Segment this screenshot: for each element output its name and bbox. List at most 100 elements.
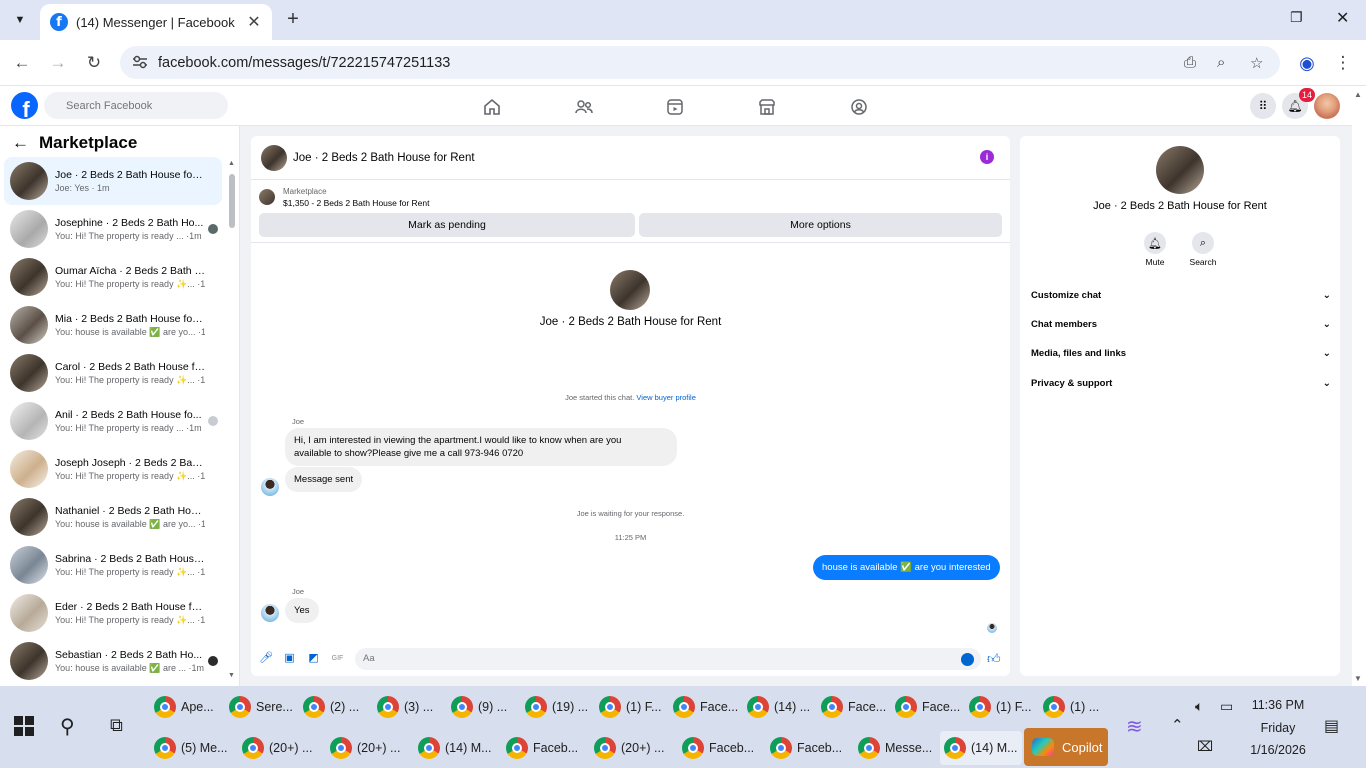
browser-tab-messenger[interactable]: f (14) Messenger | Facebook ✕	[40, 4, 272, 40]
sender-avatar[interactable]	[261, 604, 279, 622]
page-scrollbar[interactable]: ▲ ▼	[1352, 90, 1366, 686]
chat-item[interactable]: Nathaniel · 2 Beds 2 Bath Hous... You: ho…	[4, 493, 222, 541]
task-view-icon[interactable]: ⧉	[110, 715, 123, 736]
clock-day[interactable]: Friday	[1240, 721, 1316, 735]
microphone-icon[interactable]: 🎤︎	[259, 652, 273, 665]
marketplace-icon[interactable]	[758, 98, 776, 116]
install-app-icon[interactable]: ⎙	[1184, 54, 1196, 71]
taskbar-chrome-window[interactable]: Face...	[817, 690, 887, 724]
clock-date[interactable]: 1/16/2026	[1240, 743, 1316, 757]
sender-avatar[interactable]	[261, 478, 279, 496]
media-files-section[interactable]: Media, files and links ⌄	[1031, 343, 1331, 363]
taskbar-chrome-window[interactable]: (1) ...	[1039, 690, 1109, 724]
facebook-logo-icon[interactable]: f	[11, 92, 38, 119]
menu-grid-icon[interactable]: ⠿	[1250, 93, 1276, 119]
chat-members-section[interactable]: Chat members ⌄	[1031, 314, 1331, 334]
mute-button[interactable]: 🔔︎ Mute	[1135, 232, 1175, 267]
app-stack-icon[interactable]: ≋	[1126, 714, 1143, 739]
taskbar-chrome-window[interactable]: (1) F...	[595, 690, 665, 724]
scrollbar-thumb[interactable]	[229, 174, 235, 228]
taskbar-chrome-window[interactable]: (5) Me...	[150, 731, 234, 765]
bookmark-star-icon[interactable]: ☆	[1250, 54, 1263, 72]
show-hidden-icons-chevron[interactable]: ⌃	[1171, 716, 1184, 734]
windows-start-icon[interactable]	[14, 716, 34, 736]
emoji-icon[interactable]	[961, 653, 974, 666]
taskbar-chrome-window[interactable]: (3) ...	[373, 690, 443, 724]
taskbar-chrome-window[interactable]: (14) M...	[414, 731, 498, 765]
site-settings-icon[interactable]	[132, 55, 148, 69]
home-icon[interactable]	[483, 98, 501, 116]
like-thumb-icon[interactable]: 👍︎	[987, 652, 1001, 665]
sidebar-scrollbar[interactable]: ▲ ▼	[228, 160, 236, 680]
account-avatar[interactable]	[1314, 93, 1340, 119]
info-icon[interactable]: i	[980, 150, 994, 164]
reload-button[interactable]: ↻	[83, 52, 105, 74]
chat-item[interactable]: Sabrina · 2 Beds 2 Bath House f... You: H…	[4, 541, 222, 589]
chat-item[interactable]: Eder · 2 Beds 2 Bath House for ... You: H…	[4, 589, 222, 637]
volume-icon[interactable]: 🔈︎	[1195, 698, 1203, 715]
chat-item[interactable]: Anil · 2 Beds 2 Bath House fo... You: Hi!…	[4, 397, 222, 445]
chat-item[interactable]: Sebastian · 2 Beds 2 Bath Ho... You: hous…	[4, 637, 222, 685]
search-chat-button[interactable]: ⌕ Search	[1183, 232, 1223, 267]
address-bar[interactable]: facebook.com/messages/t/722215747251133 …	[120, 46, 1280, 79]
battery-icon[interactable]: ▭	[1220, 698, 1233, 715]
close-window-icon[interactable]: ✕	[1336, 8, 1349, 28]
friends-icon[interactable]	[575, 98, 593, 116]
taskbar-chrome-window[interactable]: Ape...	[150, 690, 220, 724]
taskbar-chrome-window[interactable]: Faceb...	[766, 731, 850, 765]
chat-item[interactable]: Joe · 2 Beds 2 Bath House for R... Joe: Y…	[4, 157, 222, 205]
taskbar-copilot-button[interactable]: Copilot	[1024, 728, 1108, 766]
taskbar-chrome-window[interactable]: (19) ...	[521, 690, 591, 724]
scroll-up-icon[interactable]: ▲	[228, 160, 235, 167]
chat-item[interactable]: Mia · 2 Beds 2 Bath House for ... You: ho…	[4, 301, 222, 349]
sticker-icon[interactable]: ◩	[307, 652, 320, 665]
video-icon[interactable]	[666, 98, 684, 116]
chat-item[interactable]: Carol · 2 Beds 2 Bath House for... You: H…	[4, 349, 222, 397]
mark-pending-button[interactable]: Mark as pending	[259, 213, 635, 237]
zoom-icon[interactable]: ⌕	[1217, 54, 1225, 71]
taskbar-chrome-window[interactable]: Face...	[669, 690, 739, 724]
close-icon[interactable]: ✕	[246, 12, 262, 32]
chat-item[interactable]: Josephine · 2 Beds 2 Bath Ho... You: Hi! …	[4, 205, 222, 253]
chat-avatar[interactable]	[261, 144, 287, 171]
browser-menu-icon[interactable]: ⋮	[1332, 52, 1354, 74]
search-icon[interactable]: ⚲	[60, 714, 75, 739]
new-tab-button[interactable]: +	[282, 8, 304, 30]
gif-icon[interactable]: GIF	[331, 652, 344, 665]
notification-center-icon[interactable]: ▤	[1324, 716, 1339, 736]
taskbar-chrome-window[interactable]: (9) ...	[447, 690, 517, 724]
gaming-icon[interactable]	[850, 98, 868, 116]
taskbar-chrome-window[interactable]: Sere...	[225, 690, 295, 724]
device-icon[interactable]: ⌧	[1197, 738, 1213, 755]
taskbar-chrome-window[interactable]: Faceb...	[678, 731, 762, 765]
chat-item[interactable]: Oumar Aïcha · 2 Beds 2 Bath H... You: Hi!…	[4, 253, 222, 301]
profile-icon[interactable]: ◉	[1296, 52, 1318, 74]
taskbar-chrome-window-active[interactable]: (14) M...	[940, 731, 1022, 765]
gallery-icon[interactable]: ▣	[283, 652, 296, 665]
back-button[interactable]: ←	[11, 52, 33, 74]
taskbar-chrome-window[interactable]: (14) ...	[743, 690, 813, 724]
chat-item[interactable]: Joseph Joseph · 2 Beds 2 Bath ... You: Hi…	[4, 445, 222, 493]
taskbar-chrome-window[interactable]: (20+) ...	[326, 731, 410, 765]
taskbar-chrome-window[interactable]: Face...	[891, 690, 961, 724]
view-buyer-profile-link[interactable]: View buyer profile	[636, 393, 695, 402]
restore-window-icon[interactable]: ❐	[1290, 9, 1303, 26]
more-options-button[interactable]: More options	[639, 213, 1002, 237]
message-input[interactable]	[355, 648, 981, 670]
taskbar-chrome-window[interactable]: Messe...	[854, 731, 938, 765]
taskbar-chrome-window[interactable]: Faceb...	[502, 731, 586, 765]
scroll-down-icon[interactable]: ▼	[1354, 674, 1362, 683]
taskbar-chrome-window[interactable]: (20+) ...	[590, 731, 674, 765]
conversation-title[interactable]: Joe · 2 Beds 2 Bath House for Rent	[293, 152, 475, 164]
taskbar-chrome-window[interactable]: (1) F...	[965, 690, 1035, 724]
customize-chat-section[interactable]: Customize chat ⌄	[1031, 285, 1331, 305]
forward-button[interactable]: →	[47, 52, 69, 74]
privacy-support-section[interactable]: Privacy & support ⌄	[1031, 373, 1331, 393]
scroll-up-icon[interactable]: ▲	[1354, 90, 1362, 99]
taskbar-chrome-window[interactable]: (2) ...	[299, 690, 369, 724]
taskbar-chrome-window[interactable]: (20+) ...	[238, 731, 322, 765]
tab-search-button[interactable]: ▼	[8, 8, 32, 32]
clock-time[interactable]: 11:36 PM	[1240, 698, 1316, 712]
facebook-search-input[interactable]	[44, 92, 228, 119]
back-arrow-icon[interactable]: ←	[12, 133, 29, 153]
